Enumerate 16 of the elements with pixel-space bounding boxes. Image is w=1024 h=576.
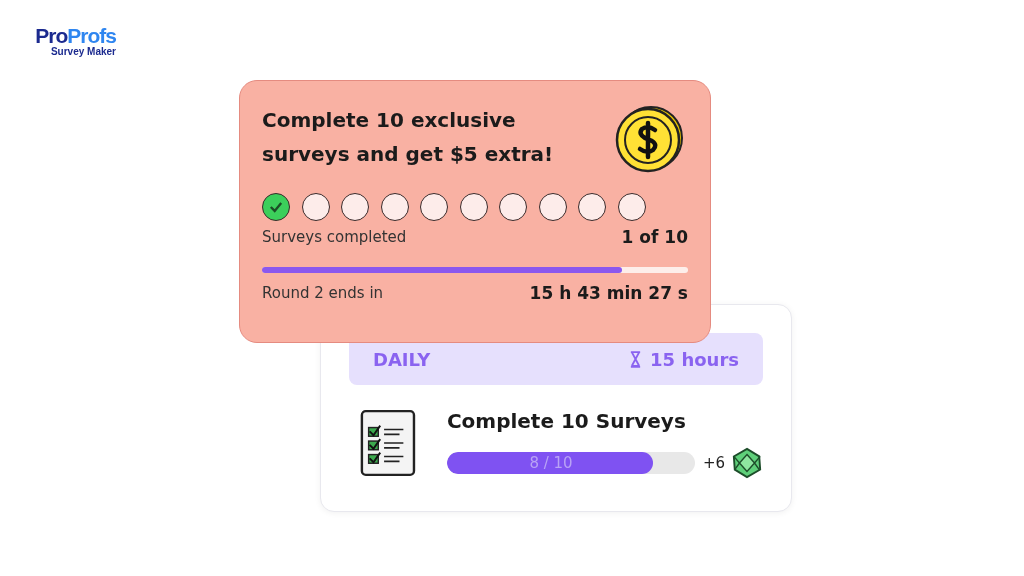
task-progress-reading: 8 / 10 bbox=[528, 453, 574, 474]
logo-tagline: Survey Maker bbox=[50, 46, 116, 57]
round-time: 15 h 43 min 27 s bbox=[529, 283, 688, 303]
dollar-coin-icon bbox=[614, 105, 684, 175]
reward-title: Complete 10 exclusive surveys and get $5 extra! bbox=[262, 107, 555, 168]
round-label: Round 2 ends in bbox=[262, 284, 384, 302]
gem-icon bbox=[731, 447, 763, 479]
checklist-icon bbox=[359, 407, 417, 479]
progress-label: Surveys completed bbox=[262, 228, 407, 246]
period-label: DAILY bbox=[373, 348, 431, 370]
progress-count: 1 of 10 bbox=[621, 227, 688, 247]
logo-text: ProProfs bbox=[35, 26, 116, 46]
hourglass-icon bbox=[629, 350, 643, 368]
task-title: Complete 10 Surveys bbox=[446, 409, 687, 433]
reward-amount: +6 bbox=[702, 454, 725, 472]
time-left: 15 hours bbox=[650, 348, 739, 370]
